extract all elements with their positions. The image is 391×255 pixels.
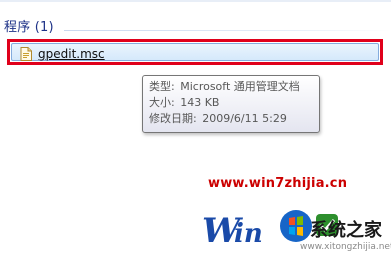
watermark-brand: 系统之家	[310, 220, 382, 241]
msc-file-icon	[20, 47, 32, 61]
tooltip-size-value: 143 KB	[180, 96, 220, 109]
watermark-url: www.win7zhijia.cn	[208, 176, 348, 191]
section-title: 程序 (1)	[4, 20, 54, 35]
search-section-header: 程序 (1)	[0, 0, 391, 40]
tooltip-type-label: 类型:	[149, 80, 175, 93]
tooltip-size-row: 大小: 143 KB	[149, 95, 313, 111]
tooltip-modified-label: 修改日期:	[149, 112, 197, 125]
tooltip-modified-value: 2009/6/11 5:29	[202, 112, 287, 125]
tooltip-size-label: 大小:	[149, 96, 175, 109]
watermark-site: www.xitongzhijia.net	[300, 242, 391, 252]
watermark: www.win7zhijia.cn W in 系统之家 www.xitongzh…	[0, 160, 391, 255]
section-divider	[64, 30, 391, 31]
tooltip-modified-row: 修改日期: 2009/6/11 5:29	[149, 111, 313, 127]
tooltip-type-value: Microsoft 通用管理文档	[180, 80, 300, 93]
svg-text:in: in	[234, 219, 263, 249]
tooltip-type-row: 类型: Microsoft 通用管理文档	[149, 79, 313, 95]
result-label: gpedit.msc	[38, 47, 105, 61]
search-result-gpedit[interactable]: gpedit.msc	[7, 39, 383, 65]
result-item-highlight: gpedit.msc	[11, 43, 379, 61]
file-info-tooltip: 类型: Microsoft 通用管理文档 大小: 143 KB 修改日期: 20…	[142, 75, 320, 133]
